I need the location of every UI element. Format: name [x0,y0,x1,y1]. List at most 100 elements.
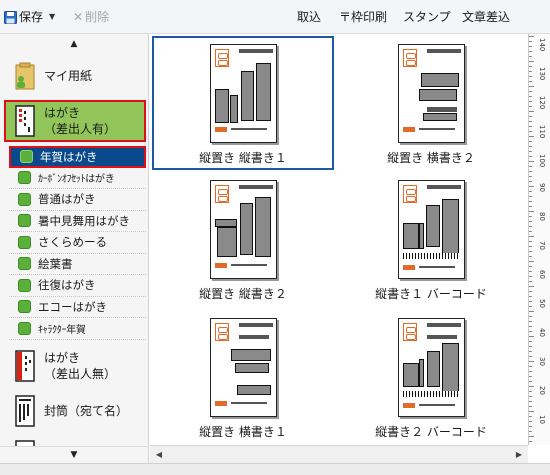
subitem-summer-postcard[interactable]: 暑中見舞用はがき [9,211,146,232]
category-postcard-without-sender-line2: （差出人無） [44,367,117,381]
ruler-tick [529,166,532,167]
toolbar: 保存 ▼ ✕ 削除 取込 〒枠印刷 スタンプ 文章差込 [0,0,550,34]
save-dropdown-icon[interactable]: ▼ [49,0,55,34]
subitem-character-new-year[interactable]: ｷｬﾗｸﾀｰ年賀 [9,318,146,340]
ruler-tick [529,121,532,122]
template-caption: 縦置き 縦書き２ [199,287,287,301]
category-envelope[interactable]: 封筒（宛て名） [4,391,146,431]
template-tile-vertical-barcode-2[interactable]: 縦書き２ バーコード [340,310,522,444]
ruler-label: 40 [538,328,546,337]
ruler-tick [529,436,534,437]
category-postcard-with-sender-label: はがき （差出人有） [44,105,116,137]
subitem-carbon-offset-postcard[interactable]: ｶｰﾎﾞﾝｵﾌｾｯﾄはがき [9,168,146,189]
ruler-tick [529,271,532,272]
ruler-tick [529,281,532,282]
ruler-label: 140 [538,38,546,52]
ruler-tick [529,366,532,367]
category-postcard-without-sender[interactable]: はがき （差出人無） [4,345,146,387]
ruler-tick [529,371,532,372]
ruler-label: 10 [538,415,546,424]
template-preview [398,44,465,143]
ruler-label: 130 [538,67,546,81]
category-postcard-with-sender[interactable]: はがき （差出人有） [4,100,146,142]
template-tile-vertical-2[interactable]: 縦置き 縦書き２ [152,172,334,306]
vertical-ruler: 140 130 120 110 100 90 80 70 60 50 40 30 20 10 [528,34,550,445]
ruler-tick [529,156,532,157]
delete-button[interactable]: ✕ 削除 [73,0,109,34]
text-insert-button[interactable]: 文章差込 [462,0,510,34]
template-preview [210,180,277,279]
ruler-tick [529,41,532,42]
ruler-tick [529,256,532,257]
template-tile-vertical-horizontal-1[interactable]: 縦置き 横書き１ [152,310,334,444]
subitem-label: 絵葉書 [38,256,73,271]
folder-user-icon [12,59,38,93]
ruler-tick [529,426,532,427]
stamp-box-icon [215,323,229,341]
scroll-right-icon[interactable]: ▶ [510,446,528,464]
ruler-label: 20 [538,386,546,395]
green-square-icon [18,321,31,335]
ruler-tick [529,191,532,192]
subitem-new-year-postcard[interactable]: 年賀はがき [9,146,146,168]
horizontal-scrollbar[interactable]: ◀ ▶ [150,445,528,463]
category-panel: ▲ マイ用紙 はがき （差出人有） 年賀はがき ｶｰﾎﾞﾝｵﾌｾｯﾄはがき 普通… [0,34,149,463]
subitem-label: さくらめーる [38,235,107,250]
frame-print-button[interactable]: 〒枠印刷 [339,0,387,34]
save-label: 保存 [19,10,44,24]
subitem-label: ｶｰﾎﾞﾝｵﾌｾｯﾄはがき [38,174,115,186]
import-button[interactable]: 取込 [297,0,321,34]
ruler-tick [529,186,534,187]
ruler-label: 120 [538,96,546,110]
ruler-label: 80 [538,212,546,221]
scroll-down-button[interactable]: ▼ [0,446,148,463]
template-tile-vertical-1[interactable]: 縦置き 縦書き１ [152,36,334,170]
green-square-icon [20,150,33,164]
subitem-echo-postcard[interactable]: エコーはがき [9,297,146,318]
subitem-picture-postcard[interactable]: 絵葉書 [9,254,146,275]
subitem-reply-postcard[interactable]: 往復はがき [9,275,146,297]
template-preview [398,318,465,417]
scroll-left-icon[interactable]: ◀ [150,446,168,464]
scroll-up-button[interactable]: ▲ [0,34,148,54]
template-caption: 縦置き 横書き２ [387,151,475,165]
green-square-icon [18,278,31,292]
green-square-icon [18,300,31,314]
template-preview [210,44,277,143]
ruler-tick [529,56,532,57]
ruler-tick [529,276,532,277]
save-button[interactable]: 保存 ▼ [4,0,55,34]
status-bar [0,463,550,475]
ruler-tick [529,211,534,212]
ruler-tick [529,331,532,332]
ruler-tick [529,96,532,97]
category-my-paper[interactable]: マイ用紙 [4,56,146,96]
ruler-tick [529,131,532,132]
ruler-tick [529,391,532,392]
ruler-tick [529,136,534,137]
subitem-regular-postcard[interactable]: 普通はがき [9,189,146,211]
stamp-box-icon [403,323,417,341]
ruler-tick [529,361,534,362]
template-tile-vertical-horizontal-2[interactable]: 縦置き 横書き２ [340,36,522,170]
ruler-tick [529,111,534,112]
ruler-tick [529,81,532,82]
ruler-tick [529,311,534,312]
stamp-box-icon [215,49,229,67]
ruler-tick [529,46,532,47]
ruler-tick [529,146,532,147]
template-grid: 縦置き 縦書き１ 縦置き 横書き２ 縦置き 縦書き２ 縦書き１ バーコード 縦置… [150,34,528,445]
ruler-label: 50 [538,299,546,308]
template-tile-vertical-barcode-1[interactable]: 縦書き１ バーコード [340,172,522,306]
stamp-button[interactable]: スタンプ [403,0,451,34]
postcard-icon [12,104,38,138]
subitem-sakura-mail[interactable]: さくらめーる [9,232,146,254]
ruler-tick [529,286,534,287]
ruler-tick [529,401,532,402]
category-my-paper-label: マイ用紙 [44,69,93,83]
ruler-tick [529,291,532,292]
ruler-tick [529,116,532,117]
ruler-tick [529,151,532,152]
ruler-tick [529,101,532,102]
ruler-label: 30 [538,357,546,366]
